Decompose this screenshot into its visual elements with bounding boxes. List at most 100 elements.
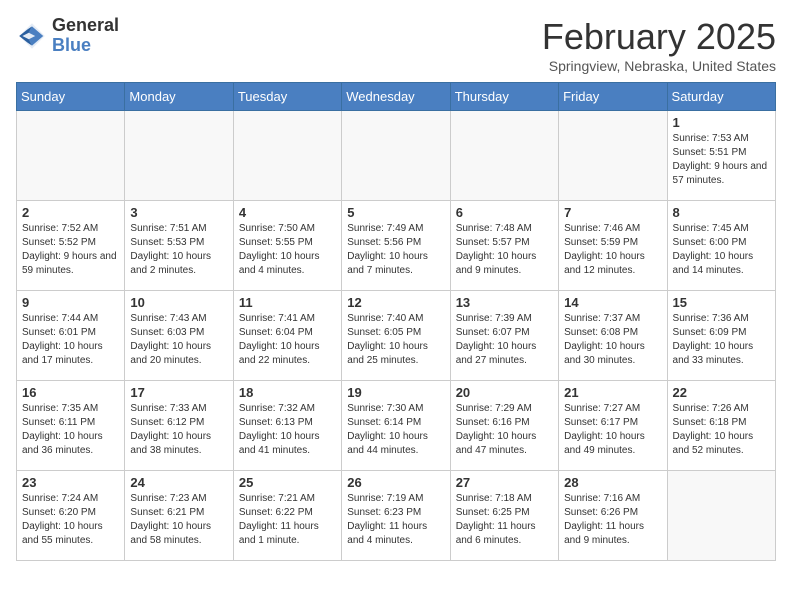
day-number: 20 <box>456 385 553 400</box>
day-info: Sunrise: 7:27 AM Sunset: 6:17 PM Dayligh… <box>564 402 661 458</box>
calendar-cell: 18 Sunrise: 7:32 AM Sunset: 6:13 PM Dayli… <box>233 381 341 471</box>
day-info: Sunrise: 7:16 AM Sunset: 6:26 PM Dayligh… <box>564 492 661 548</box>
day-info: Sunrise: 7:43 AM Sunset: 6:03 PM Dayligh… <box>130 312 227 368</box>
day-number: 4 <box>239 205 336 220</box>
day-number: 1 <box>673 115 770 130</box>
calendar-cell: 20 Sunrise: 7:29 AM Sunset: 6:16 PM Dayli… <box>450 381 558 471</box>
week-row-4: 16 Sunrise: 7:35 AM Sunset: 6:11 PM Dayli… <box>17 381 776 471</box>
day-number: 8 <box>673 205 770 220</box>
day-number: 14 <box>564 295 661 310</box>
logo-text: General Blue <box>52 16 119 56</box>
day-number: 11 <box>239 295 336 310</box>
calendar-cell <box>667 471 775 561</box>
day-info: Sunrise: 7:21 AM Sunset: 6:22 PM Dayligh… <box>239 492 336 548</box>
day-info: Sunrise: 7:35 AM Sunset: 6:11 PM Dayligh… <box>22 402 119 458</box>
calendar-cell: 10Sunrise: 7:43 AM Sunset: 6:03 PM Dayli… <box>125 291 233 381</box>
day-info: Sunrise: 7:53 AM Sunset: 5:51 PM Dayligh… <box>673 132 770 188</box>
day-info: Sunrise: 7:49 AM Sunset: 5:56 PM Dayligh… <box>347 222 444 278</box>
day-info: Sunrise: 7:24 AM Sunset: 6:20 PM Dayligh… <box>22 492 119 548</box>
day-number: 13 <box>456 295 553 310</box>
calendar-cell <box>342 111 450 201</box>
day-info: Sunrise: 7:50 AM Sunset: 5:55 PM Dayligh… <box>239 222 336 278</box>
calendar-cell: 13 Sunrise: 7:39 AM Sunset: 6:07 PM Dayli… <box>450 291 558 381</box>
calendar-cell: 28 Sunrise: 7:16 AM Sunset: 6:26 PM Dayli… <box>559 471 667 561</box>
calendar-subtitle: Springview, Nebraska, United States <box>542 58 776 74</box>
day-info: Sunrise: 7:33 AM Sunset: 6:12 PM Dayligh… <box>130 402 227 458</box>
calendar-cell: 6 Sunrise: 7:48 AM Sunset: 5:57 PM Daylig… <box>450 201 558 291</box>
calendar-cell: 11 Sunrise: 7:41 AM Sunset: 6:04 PM Dayli… <box>233 291 341 381</box>
weekday-header-friday: Friday <box>559 83 667 111</box>
day-number: 28 <box>564 475 661 490</box>
day-info: Sunrise: 7:18 AM Sunset: 6:25 PM Dayligh… <box>456 492 553 548</box>
day-info: Sunrise: 7:36 AM Sunset: 6:09 PM Dayligh… <box>673 312 770 368</box>
day-info: Sunrise: 7:40 AM Sunset: 6:05 PM Dayligh… <box>347 312 444 368</box>
calendar-cell: 9 Sunrise: 7:44 AM Sunset: 6:01 PM Daylig… <box>17 291 125 381</box>
calendar-cell: 4 Sunrise: 7:50 AM Sunset: 5:55 PM Daylig… <box>233 201 341 291</box>
day-info: Sunrise: 7:44 AM Sunset: 6:01 PM Dayligh… <box>22 312 119 368</box>
day-info: Sunrise: 7:52 AM Sunset: 5:52 PM Dayligh… <box>22 222 119 278</box>
calendar-cell: 25 Sunrise: 7:21 AM Sunset: 6:22 PM Dayli… <box>233 471 341 561</box>
day-info: Sunrise: 7:39 AM Sunset: 6:07 PM Dayligh… <box>456 312 553 368</box>
day-number: 6 <box>456 205 553 220</box>
day-info: Sunrise: 7:26 AM Sunset: 6:18 PM Dayligh… <box>673 402 770 458</box>
day-number: 16 <box>22 385 119 400</box>
calendar-cell: 24 Sunrise: 7:23 AM Sunset: 6:21 PM Dayli… <box>125 471 233 561</box>
day-info: Sunrise: 7:48 AM Sunset: 5:57 PM Dayligh… <box>456 222 553 278</box>
title-block: February 2025 Springview, Nebraska, Unit… <box>542 16 776 74</box>
calendar-cell: 5 Sunrise: 7:49 AM Sunset: 5:56 PM Daylig… <box>342 201 450 291</box>
calendar-title: February 2025 <box>542 16 776 58</box>
day-number: 24 <box>130 475 227 490</box>
day-number: 2 <box>22 205 119 220</box>
weekday-header-wednesday: Wednesday <box>342 83 450 111</box>
day-info: Sunrise: 7:29 AM Sunset: 6:16 PM Dayligh… <box>456 402 553 458</box>
calendar-cell: 2 Sunrise: 7:52 AM Sunset: 5:52 PM Daylig… <box>17 201 125 291</box>
day-number: 23 <box>22 475 119 490</box>
calendar-cell <box>559 111 667 201</box>
logo: General Blue <box>16 16 119 56</box>
day-number: 7 <box>564 205 661 220</box>
day-info: Sunrise: 7:51 AM Sunset: 5:53 PM Dayligh… <box>130 222 227 278</box>
calendar-cell: 27 Sunrise: 7:18 AM Sunset: 6:25 PM Dayli… <box>450 471 558 561</box>
day-number: 25 <box>239 475 336 490</box>
day-number: 18 <box>239 385 336 400</box>
day-number: 26 <box>347 475 444 490</box>
day-info: Sunrise: 7:23 AM Sunset: 6:21 PM Dayligh… <box>130 492 227 548</box>
day-number: 19 <box>347 385 444 400</box>
day-number: 17 <box>130 385 227 400</box>
weekday-header-monday: Monday <box>125 83 233 111</box>
day-info: Sunrise: 7:37 AM Sunset: 6:08 PM Dayligh… <box>564 312 661 368</box>
day-info: Sunrise: 7:41 AM Sunset: 6:04 PM Dayligh… <box>239 312 336 368</box>
page-header: General Blue February 2025 Springview, N… <box>16 16 776 74</box>
calendar-cell: 26 Sunrise: 7:19 AM Sunset: 6:23 PM Dayli… <box>342 471 450 561</box>
weekday-header-row: SundayMondayTuesdayWednesdayThursdayFrid… <box>17 83 776 111</box>
day-info: Sunrise: 7:46 AM Sunset: 5:59 PM Dayligh… <box>564 222 661 278</box>
day-info: Sunrise: 7:45 AM Sunset: 6:00 PM Dayligh… <box>673 222 770 278</box>
calendar-cell <box>125 111 233 201</box>
calendar-cell: 12 Sunrise: 7:40 AM Sunset: 6:05 PM Dayli… <box>342 291 450 381</box>
day-info: Sunrise: 7:30 AM Sunset: 6:14 PM Dayligh… <box>347 402 444 458</box>
day-number: 12 <box>347 295 444 310</box>
calendar-table: SundayMondayTuesdayWednesdayThursdayFrid… <box>16 82 776 561</box>
day-number: 15 <box>673 295 770 310</box>
logo-icon <box>16 20 48 52</box>
calendar-cell: 7 Sunrise: 7:46 AM Sunset: 5:59 PM Daylig… <box>559 201 667 291</box>
day-info: Sunrise: 7:32 AM Sunset: 6:13 PM Dayligh… <box>239 402 336 458</box>
calendar-cell: 19 Sunrise: 7:30 AM Sunset: 6:14 PM Dayli… <box>342 381 450 471</box>
weekday-header-sunday: Sunday <box>17 83 125 111</box>
calendar-cell: 3 Sunrise: 7:51 AM Sunset: 5:53 PM Daylig… <box>125 201 233 291</box>
week-row-2: 2 Sunrise: 7:52 AM Sunset: 5:52 PM Daylig… <box>17 201 776 291</box>
day-number: 5 <box>347 205 444 220</box>
day-number: 9 <box>22 295 119 310</box>
week-row-3: 9 Sunrise: 7:44 AM Sunset: 6:01 PM Daylig… <box>17 291 776 381</box>
calendar-cell: 17 Sunrise: 7:33 AM Sunset: 6:12 PM Dayli… <box>125 381 233 471</box>
day-number: 22 <box>673 385 770 400</box>
weekday-header-thursday: Thursday <box>450 83 558 111</box>
weekday-header-saturday: Saturday <box>667 83 775 111</box>
calendar-cell: 1 Sunrise: 7:53 AM Sunset: 5:51 PM Daylig… <box>667 111 775 201</box>
day-number: 3 <box>130 205 227 220</box>
day-number: 27 <box>456 475 553 490</box>
calendar-cell: 16 Sunrise: 7:35 AM Sunset: 6:11 PM Dayli… <box>17 381 125 471</box>
logo-line1: General <box>52 16 119 36</box>
day-info: Sunrise: 7:19 AM Sunset: 6:23 PM Dayligh… <box>347 492 444 548</box>
week-row-1: 1 Sunrise: 7:53 AM Sunset: 5:51 PM Daylig… <box>17 111 776 201</box>
